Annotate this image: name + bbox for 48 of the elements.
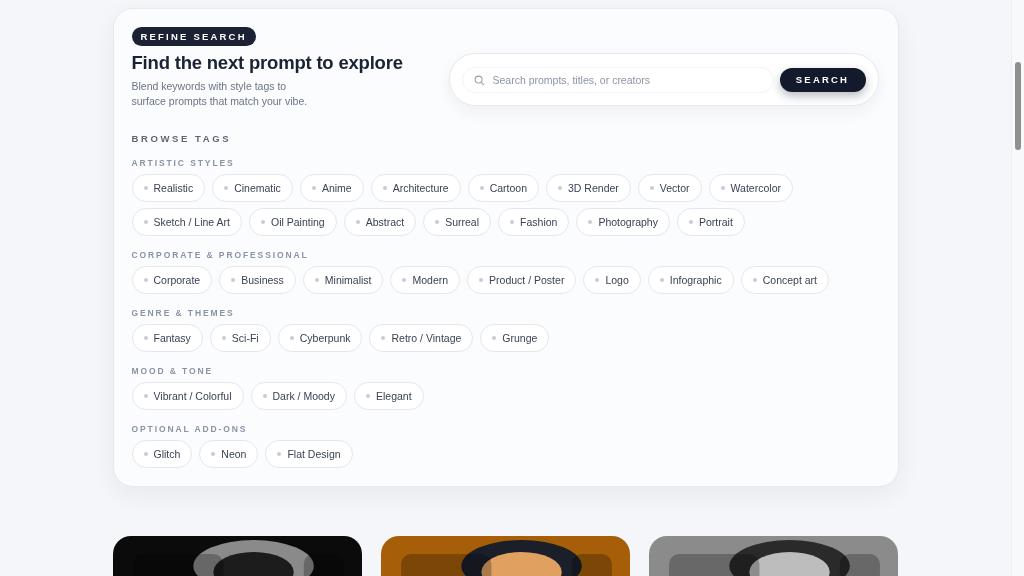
tag-chip[interactable]: Neon (199, 440, 259, 468)
search-button[interactable]: SEARCH (779, 67, 866, 92)
tag-group-label: MOOD & TONE (131, 366, 215, 376)
tag-group-label: GENRE & THEMES (131, 308, 236, 318)
browse-heading: BROWSE TAGS (131, 133, 233, 144)
panel-subtitle: Blend keywords with style tags to surface prompts that match your vibe. (131, 79, 309, 109)
tag-chip[interactable]: Anime (299, 174, 364, 202)
section-badge: REFINE SEARCH (131, 27, 256, 46)
panel-title: Find the next prompt to explore (131, 52, 403, 74)
tag-chip[interactable]: Business (219, 266, 296, 294)
tag-chip[interactable]: Cinematic (212, 174, 293, 202)
tag-chip[interactable]: Cartoon (467, 174, 540, 202)
tag-chip[interactable]: 3D Render (546, 174, 631, 202)
tag-chip[interactable]: Grunge (480, 324, 550, 352)
search-icon (473, 74, 485, 86)
tag-chip[interactable]: Sci-Fi (209, 324, 271, 352)
tag-chip[interactable]: Minimalist (302, 266, 384, 294)
tag-group-label: OPTIONAL ADD-ONS (131, 424, 249, 434)
scrollbar-thumb[interactable] (1015, 62, 1021, 150)
tag-chip[interactable]: Photography (576, 208, 670, 236)
tag-chip[interactable]: Vector (637, 174, 702, 202)
tag-chip[interactable]: Sketch / Line Art (131, 208, 242, 236)
tag-chip[interactable]: Logo (583, 266, 641, 294)
tag-group-label: CORPORATE & PROFESSIONAL (131, 250, 310, 260)
tag-chip[interactable]: Glitch (131, 440, 193, 468)
tag-chip[interactable]: Fantasy (131, 324, 203, 352)
tag-chip[interactable]: Concept art (740, 266, 829, 294)
tag-chip[interactable]: Product / Poster (467, 266, 577, 294)
tag-chip[interactable]: Dark / Moody (250, 382, 347, 410)
tag-chip[interactable]: Vibrant / Colorful (131, 382, 244, 410)
tag-chip[interactable]: Portrait (676, 208, 745, 236)
tag-chip[interactable]: Cyberpunk (277, 324, 363, 352)
tag-chip[interactable]: Elegant (353, 382, 424, 410)
tag-chip[interactable]: Flat Design (265, 440, 353, 468)
tag-chip[interactable]: Abstract (343, 208, 417, 236)
tag-chip[interactable]: Retro / Vintage (369, 324, 474, 352)
tag-chip[interactable]: Fashion (498, 208, 570, 236)
tag-chip[interactable]: Modern (390, 266, 461, 294)
search-field[interactable]: Search prompts, titles, or creators (461, 66, 774, 93)
tag-chip[interactable]: Oil Painting (248, 208, 337, 236)
tag-group-label: ARTISTIC STYLES (131, 158, 236, 168)
tag-chip[interactable]: Architecture (370, 174, 461, 202)
tag-chip[interactable]: Watercolor (708, 174, 793, 202)
tag-chip[interactable]: Surreal (423, 208, 492, 236)
scrollbar[interactable] (1011, 0, 1024, 576)
tag-chip[interactable]: Infographic (647, 266, 734, 294)
tag-chip[interactable]: Realistic (131, 174, 206, 202)
tag-chip[interactable]: Corporate (131, 266, 213, 294)
